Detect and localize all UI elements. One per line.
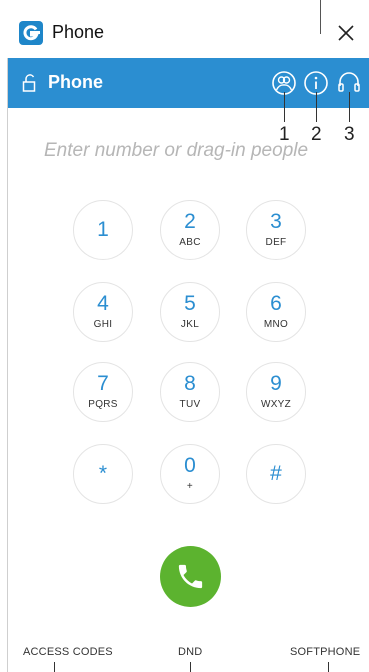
callout-line-3 xyxy=(349,92,350,122)
key-digit: 6 xyxy=(270,292,282,315)
key-digit: # xyxy=(270,462,282,485)
key-letters: PQRS xyxy=(88,399,118,410)
key-letters: TUV xyxy=(179,399,201,410)
dnd-link[interactable]: DND xyxy=(178,646,202,658)
callout-line-2 xyxy=(316,92,317,122)
key-digit: 4 xyxy=(97,292,109,315)
call-button[interactable] xyxy=(160,546,221,607)
access-codes-link[interactable]: ACCESS CODES xyxy=(23,646,113,658)
key-1[interactable]: 1 xyxy=(73,200,133,260)
key-digit: 3 xyxy=(270,210,282,233)
key-5[interactable]: 5 JKL xyxy=(160,282,220,342)
key-letters: MNO xyxy=(263,319,289,330)
unlock-icon[interactable] xyxy=(22,74,38,92)
phone-handset-icon xyxy=(178,564,203,589)
key-3[interactable]: 3 DEF xyxy=(246,200,306,260)
close-icon xyxy=(338,25,354,41)
callout-pointer-top xyxy=(320,0,321,34)
key-letters: WXYZ xyxy=(260,399,292,410)
header-title: Phone xyxy=(48,72,104,92)
key-digit: 5 xyxy=(184,292,196,315)
key-digit: 7 xyxy=(97,372,109,395)
number-input[interactable] xyxy=(44,134,344,168)
key-letters: JKL xyxy=(180,319,200,330)
window-title: Phone xyxy=(52,22,105,42)
app-logo-icon xyxy=(19,21,43,45)
window-border-left xyxy=(7,58,8,672)
callout-pointer-dnd xyxy=(190,662,191,672)
phone-header: Phone xyxy=(8,58,369,108)
key-digit: 0 xyxy=(184,454,196,477)
key-digit: 8 xyxy=(184,372,196,395)
title-bar: Phone xyxy=(0,0,369,57)
key-4[interactable]: 4 GHI xyxy=(73,282,133,342)
callout-pointer-access-codes xyxy=(54,662,55,672)
key-2[interactable]: 2 ABC xyxy=(160,200,220,260)
key-digit: 1 xyxy=(97,218,109,241)
close-button[interactable] xyxy=(335,22,357,44)
callout-number-3: 3 xyxy=(344,124,355,145)
key-7[interactable]: 7 PQRS xyxy=(73,362,133,422)
key-letters: DEF xyxy=(265,237,287,248)
callout-line-1 xyxy=(284,92,285,122)
key-8[interactable]: 8 TUV xyxy=(160,362,220,422)
key-hash[interactable]: # xyxy=(246,444,306,504)
key-0[interactable]: 0 + xyxy=(160,444,220,504)
key-digit: 9 xyxy=(270,372,282,395)
key-6[interactable]: 6 MNO xyxy=(246,282,306,342)
key-9[interactable]: 9 WXYZ xyxy=(246,362,306,422)
callout-pointer-softphone xyxy=(328,662,329,672)
key-letters: ABC xyxy=(179,237,201,248)
key-letters: GHI xyxy=(93,319,113,330)
key-digit: 2 xyxy=(184,210,196,233)
key-letters: + xyxy=(186,481,194,492)
key-star[interactable]: * xyxy=(73,444,133,504)
key-digit: * xyxy=(98,462,108,485)
softphone-link[interactable]: SOFTPHONE xyxy=(290,646,360,658)
